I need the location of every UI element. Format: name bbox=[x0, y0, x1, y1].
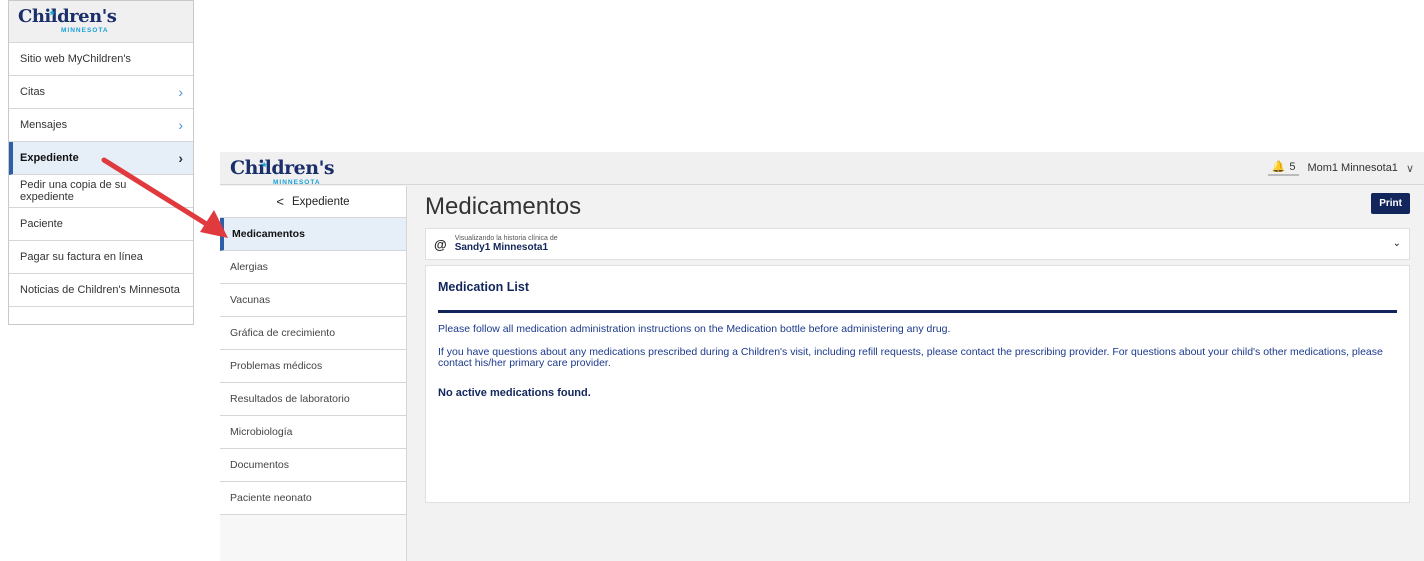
main-content: Medicamentos Print @ Visualizando la his… bbox=[425, 186, 1410, 561]
header-actions: 🔔 5 Mom1 Minnesota1 ∨ bbox=[1267, 160, 1414, 176]
menu-item-label: Mensajes bbox=[20, 119, 68, 131]
logo-star-icon: ★ bbox=[261, 160, 267, 169]
record-sidebar: < Expediente Medicamentos Alergias Vacun… bbox=[220, 186, 407, 561]
app-header: Children's ★ MINNESOTA 🔔 5 Mom1 Minnesot… bbox=[220, 152, 1424, 187]
patient-label: Visualizando la historia clínica de bbox=[454, 235, 558, 242]
logo-star-icon: ★ bbox=[49, 8, 55, 17]
chevron-right-icon: › bbox=[178, 150, 183, 166]
chevron-right-icon: › bbox=[178, 84, 183, 100]
sidebar-item-grafica-crecimiento[interactable]: Gráfica de crecimiento bbox=[220, 317, 406, 350]
page-title: Medicamentos bbox=[425, 192, 582, 220]
print-button[interactable]: Print bbox=[1371, 193, 1410, 214]
patient-name: Sandy1 Minnesota1 bbox=[454, 242, 549, 253]
user-menu-button[interactable]: Mom1 Minnesota1 bbox=[1307, 162, 1398, 174]
menu-item-label: Noticias de Children's Minnesota bbox=[20, 284, 180, 296]
menu-item-pedir-copia[interactable]: Pedir una copia de su expediente bbox=[9, 175, 193, 208]
navigation-menu-panel: Children's ★ MINNESOTA Sitio web MyChild… bbox=[8, 0, 194, 325]
menu-item-label: Sitio web MyChildren's bbox=[20, 53, 131, 65]
logo-wordmark: Children's ★ bbox=[18, 6, 117, 27]
menu-item-mensajes[interactable]: Mensajes › bbox=[9, 109, 193, 142]
menu-item-noticias[interactable]: Noticias de Children's Minnesota bbox=[9, 274, 193, 307]
logo-subtitle: MINNESOTA bbox=[61, 27, 109, 34]
title-divider bbox=[438, 310, 1397, 313]
header-logo[interactable]: Children's ★ MINNESOTA bbox=[230, 157, 335, 187]
bell-icon: 🔔 bbox=[1271, 161, 1286, 173]
notification-count: 5 bbox=[1289, 160, 1296, 173]
title-row: Medicamentos Print bbox=[425, 186, 1410, 227]
logo-text: Children's bbox=[18, 6, 117, 27]
sidebar-item-documentos[interactable]: Documentos bbox=[220, 449, 406, 482]
menu-item-pagar-factura[interactable]: Pagar su factura en línea bbox=[9, 241, 193, 274]
menu-item-label: Pedir una copia de su expediente bbox=[20, 179, 127, 203]
app-window: Children's ★ MINNESOTA 🔔 5 Mom1 Minnesot… bbox=[220, 152, 1424, 561]
menu-logo[interactable]: Children's ★ MINNESOTA bbox=[9, 1, 193, 43]
card-title: Medication List bbox=[438, 280, 529, 294]
sidebar-item-vacunas[interactable]: Vacunas bbox=[220, 284, 406, 317]
empty-state-text: No active medications found. bbox=[438, 387, 591, 399]
instruction-text: Please follow all medication administrat… bbox=[438, 323, 951, 335]
menu-item-mychildrens[interactable]: Sitio web MyChildren's bbox=[9, 43, 193, 76]
sidebar-item-microbiologia[interactable]: Microbiología bbox=[220, 416, 406, 449]
menu-list: Sitio web MyChildren's Citas › Mensajes … bbox=[9, 43, 193, 307]
menu-item-paciente[interactable]: Paciente bbox=[9, 208, 193, 241]
menu-item-label: Expediente bbox=[20, 152, 79, 164]
back-button[interactable]: < Expediente bbox=[220, 186, 406, 218]
contact-text: If you have questions about any medicati… bbox=[438, 346, 1383, 369]
sidebar-item-problemas-medicos[interactable]: Problemas médicos bbox=[220, 350, 406, 383]
patient-text: Visualizando la historia clínica de Sand… bbox=[455, 235, 558, 253]
menu-item-citas[interactable]: Citas › bbox=[9, 76, 193, 109]
chevron-down-icon[interactable]: ⌄ bbox=[1393, 238, 1401, 249]
menu-item-label: Paciente bbox=[20, 218, 63, 230]
sidebar-item-resultados-laboratorio[interactable]: Resultados de laboratorio bbox=[220, 383, 406, 416]
menu-item-label: Citas bbox=[20, 86, 46, 98]
notifications-button[interactable]: 🔔 5 bbox=[1267, 160, 1300, 176]
chevron-left-icon: < bbox=[276, 194, 285, 209]
menu-item-expediente[interactable]: Expediente › bbox=[9, 142, 193, 175]
menu-item-label: Pagar su factura en línea bbox=[20, 251, 143, 263]
sidebar-item-medicamentos[interactable]: Medicamentos bbox=[220, 218, 406, 251]
sidebar-item-alergias[interactable]: Alergias bbox=[220, 251, 406, 284]
sidebar-item-paciente-neonato[interactable]: Paciente neonato bbox=[220, 482, 406, 515]
logo-wordmark: Children's ★ bbox=[230, 157, 335, 179]
patient-avatar-icon: @ bbox=[434, 236, 447, 252]
chevron-down-icon[interactable]: ∨ bbox=[1406, 162, 1414, 175]
patient-selector[interactable]: @ Visualizando la historia clínica de Sa… bbox=[425, 228, 1410, 260]
logo-text: Children's bbox=[230, 157, 335, 179]
chevron-right-icon: › bbox=[178, 117, 183, 133]
back-label: Expediente bbox=[292, 195, 350, 208]
medication-list-card: Medication List Please follow all medica… bbox=[425, 265, 1410, 503]
